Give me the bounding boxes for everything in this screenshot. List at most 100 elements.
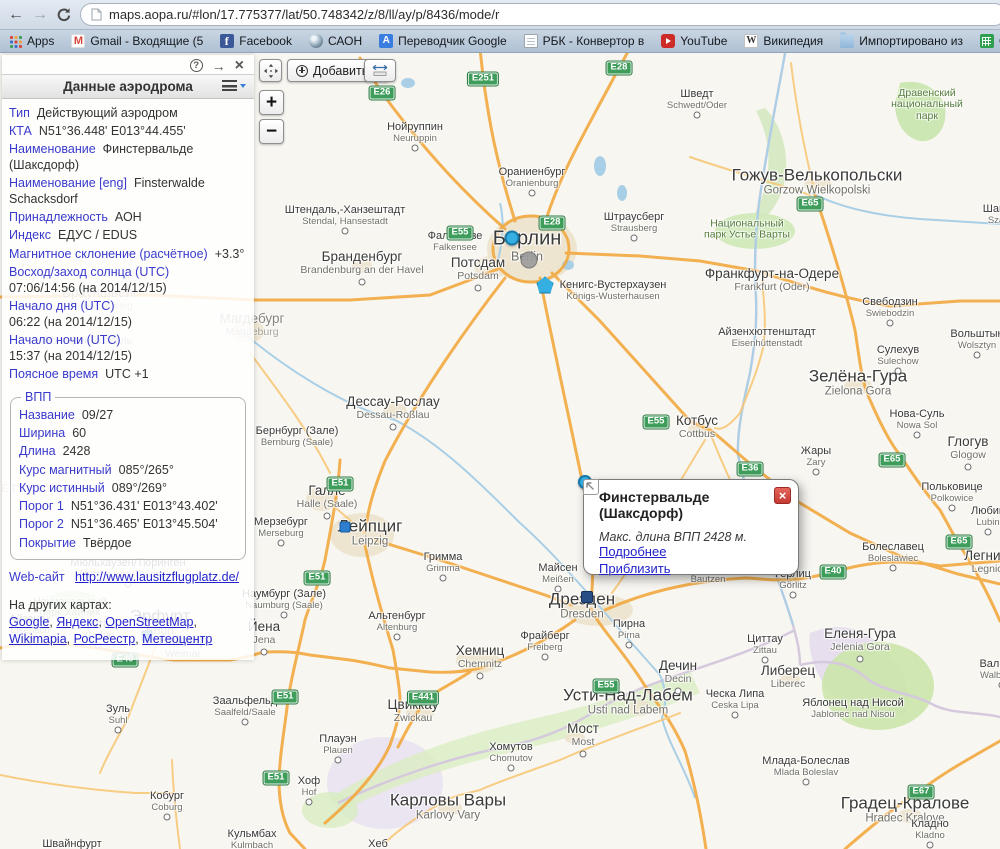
city-dot <box>626 642 633 649</box>
map-city-label: ЛюбинLubin <box>971 506 1000 528</box>
city-name-ru: Еленя-Гура <box>824 627 896 642</box>
city-dot <box>335 757 342 764</box>
map-city-label: КобургCoburg <box>150 791 184 813</box>
close-icon[interactable] <box>235 58 244 74</box>
back-arrow-icon[interactable]: ← <box>8 7 24 23</box>
city-name-en: Cottbus <box>676 429 718 440</box>
city-dot <box>281 612 288 619</box>
city-name-ru: Потсдам <box>451 256 505 271</box>
collapse-arrow-icon[interactable] <box>212 59 226 73</box>
city-name-en: Brandenburg an der Havel <box>300 265 423 276</box>
road-badge: E441 <box>407 691 439 706</box>
field-label: Ширина <box>19 426 65 440</box>
map-city-label: БранденбургBrandenburg an der Havel <box>300 250 423 276</box>
city-dot <box>394 634 401 641</box>
road-badge: E28 <box>606 61 633 76</box>
airport-marker[interactable] <box>581 591 593 603</box>
city-dot <box>965 464 972 471</box>
city-name-en: Dresden <box>549 609 615 621</box>
popup-link-приблизить[interactable]: Приблизить <box>599 561 788 578</box>
wikipedia-icon <box>744 34 758 48</box>
map-city-label: Бернбург (Зале)Bernburg (Saale) <box>256 426 339 448</box>
city-name-en: Neuruppin <box>387 134 443 144</box>
map-city-label: Нова-СульNowa Sol <box>890 409 945 431</box>
city-name-en: Falkensee <box>428 243 483 253</box>
field-label: Название <box>19 408 75 422</box>
other-map-link-метеоцентр[interactable]: Метеоцентр <box>142 632 212 646</box>
bookmark-item[interactable]: OP <box>980 34 1000 48</box>
city-dot <box>985 529 992 536</box>
reload-icon[interactable] <box>56 7 72 23</box>
city-marker[interactable] <box>521 252 538 269</box>
airport-marker[interactable] <box>505 231 520 246</box>
map-city-label: ОраниенбургOranienburg <box>499 167 566 189</box>
measure-button[interactable] <box>364 59 396 82</box>
collapse-arrow-icon[interactable] <box>583 479 599 495</box>
other-map-link-яндекс[interactable]: Яндекс <box>56 615 98 629</box>
map-city-label: Наумбург (Зале)Naumburg (Saale) <box>242 589 326 611</box>
road-badge: E67 <box>908 785 935 800</box>
bookmark-item[interactable]: Переводчик Google <box>379 34 507 48</box>
field-value: N51°36.431' E013°43.402' <box>71 499 218 513</box>
bookmark-item[interactable]: РБК - Конвертор в <box>524 34 645 48</box>
field-label: Наименование [eng] <box>9 176 127 190</box>
bookmark-item[interactable]: Википедия <box>744 34 823 48</box>
close-icon[interactable] <box>774 487 791 504</box>
city-name-ru: Берлин <box>493 228 562 250</box>
city-name-en: Görlitz <box>775 581 811 591</box>
map-city-label: ЛегницаLegnica <box>964 549 1000 575</box>
bookmark-label: Facebook <box>239 34 292 48</box>
other-maps-links: Google, Яндекс, OpenStreetMap, Wikimapia… <box>9 615 212 646</box>
airport-marker[interactable] <box>537 277 554 294</box>
field-row: ПринадлежностьАОН <box>9 210 247 226</box>
airport-marker[interactable] <box>340 522 351 533</box>
bookmark-item[interactable]: Gmail - Входящие (5 <box>71 34 203 48</box>
road-badge: E51 <box>304 571 331 586</box>
city-name-en: Sulechow <box>877 357 919 367</box>
bookmark-item[interactable]: САОН <box>309 34 362 48</box>
field-row: Ширина60 <box>19 426 237 442</box>
city-dot <box>261 649 268 656</box>
other-map-link-wikimapia[interactable]: Wikimapia <box>9 632 67 646</box>
bookmark-item[interactable]: Apps <box>8 34 54 48</box>
field-row: Восход/заход солнца (UTC)07:06/14:56 (на… <box>9 265 247 297</box>
city-dot <box>412 145 419 152</box>
city-dot <box>278 540 285 547</box>
pan-button[interactable] <box>259 59 282 82</box>
field-label: Восход/заход солнца (UTC) <box>9 265 247 281</box>
field-label: Курс магнитный <box>19 463 112 477</box>
city-name-en: Grimma <box>424 564 463 574</box>
city-dot <box>694 112 701 119</box>
city-name-en: Lubin <box>971 518 1000 528</box>
forward-arrow-icon[interactable]: → <box>32 7 48 23</box>
city-name-en: Nowa Sol <box>890 421 945 431</box>
zoom-in-button[interactable]: + <box>259 90 284 115</box>
hamburger-menu-icon[interactable] <box>222 80 246 91</box>
city-name-en: Jelenia Gora <box>824 642 896 653</box>
other-map-link-росреестр[interactable]: РосРеестр <box>74 632 136 646</box>
city-dot <box>477 673 484 680</box>
field-label: Индекс <box>9 228 51 242</box>
map-canvas[interactable]: БерлинBerlinПотсдамPotsdamБранденбургBra… <box>0 53 1000 849</box>
map-city-label: АйзенхюттенштадтEisenhüttenstadt <box>718 327 816 349</box>
bookmark-label: Импортировано из <box>859 34 963 48</box>
bookmark-item[interactable]: Импортировано из <box>840 34 963 48</box>
help-icon[interactable] <box>190 59 203 72</box>
city-dot <box>580 751 587 758</box>
website-link[interactable]: http://www.lausitzflugplatz.de/ <box>75 570 239 584</box>
city-name-en: Most <box>567 737 599 748</box>
url-bar[interactable]: maps.aopa.ru/#lon/17.775377/lat/50.74834… <box>80 3 1000 26</box>
map-city-label: ХомутовChomutov <box>489 742 532 764</box>
map-city-label: Яблонец над НисойJablonec nad Nisou <box>802 698 904 720</box>
other-map-link-google[interactable]: Google <box>9 615 49 629</box>
city-name-en: Naumburg (Saale) <box>242 601 326 611</box>
bookmark-item[interactable]: YouTube <box>661 34 727 48</box>
bookmark-label: Gmail - Входящие (5 <box>90 34 203 48</box>
bookmark-item[interactable]: Facebook <box>220 34 292 48</box>
map-city-label: ЖарыZary <box>801 446 831 468</box>
field-row: Порог 2N51°36.465' E013°45.504' <box>19 517 237 533</box>
popup-link-подробнее[interactable]: Подробнее <box>599 544 788 561</box>
other-map-link-openstreetmap[interactable]: OpenStreetMap <box>105 615 193 629</box>
city-name-en: Merseburg <box>254 529 308 539</box>
zoom-out-button[interactable]: − <box>259 119 284 144</box>
